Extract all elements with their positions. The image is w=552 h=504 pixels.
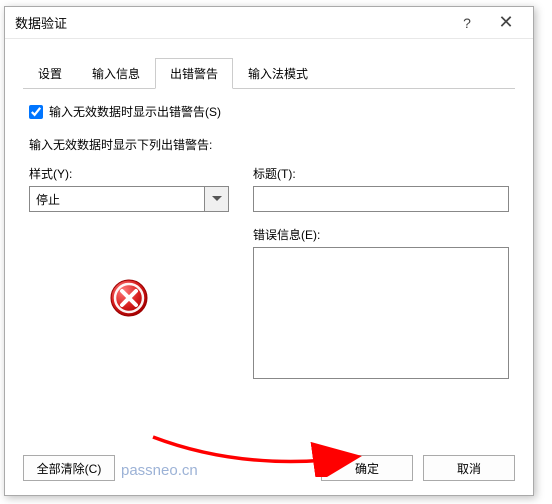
style-select[interactable]: 停止	[29, 186, 229, 212]
stop-error-icon	[107, 276, 151, 320]
show-alert-checkbox[interactable]	[29, 105, 43, 119]
style-label: 样式(Y):	[29, 165, 229, 182]
tab-error-alert[interactable]: 出错警告	[155, 58, 233, 89]
clear-all-button[interactable]: 全部清除(C)	[23, 455, 115, 481]
close-button[interactable]: ✕	[485, 12, 527, 33]
dropdown-arrow-icon	[204, 187, 228, 211]
form-grid: 样式(Y): 停止	[29, 165, 509, 382]
data-validation-dialog: 数据验证 ? ✕ 设置 输入信息 出错警告 输入法模式 输入无效数据时显示出错警…	[4, 6, 534, 496]
tab-ime-mode[interactable]: 输入法模式	[233, 58, 323, 89]
help-button[interactable]: ?	[449, 15, 485, 31]
message-field-label: 错误信息(E):	[253, 226, 509, 243]
col-left: 样式(Y): 停止	[29, 165, 229, 382]
cancel-button[interactable]: 取消	[423, 455, 515, 481]
tab-body-error-alert: 输入无效数据时显示出错警告(S) 输入无效数据时显示下列出错警告: 样式(Y):…	[23, 89, 515, 388]
style-select-value: 停止	[30, 187, 204, 211]
ok-button[interactable]: 确定	[321, 455, 413, 481]
button-bar: 全部清除(C) 确定 取消	[23, 455, 515, 481]
show-alert-label: 输入无效数据时显示出错警告(S)	[49, 103, 221, 120]
dialog-title: 数据验证	[15, 13, 449, 32]
message-textarea[interactable]	[253, 247, 509, 379]
tablist: 设置 输入信息 出错警告 输入法模式	[23, 57, 515, 89]
tab-input-message[interactable]: 输入信息	[77, 58, 155, 89]
show-alert-checkbox-row[interactable]: 输入无效数据时显示出错警告(S)	[29, 103, 509, 120]
alert-icon-preview	[29, 276, 229, 320]
title-field-label: 标题(T):	[253, 165, 509, 182]
section-label: 输入无效数据时显示下列出错警告:	[29, 136, 509, 153]
title-input[interactable]	[253, 186, 509, 212]
col-right: 标题(T): 错误信息(E):	[253, 165, 509, 382]
tab-settings[interactable]: 设置	[23, 58, 77, 89]
dialog-content: 设置 输入信息 出错警告 输入法模式 输入无效数据时显示出错警告(S) 输入无效…	[5, 39, 533, 400]
titlebar: 数据验证 ? ✕	[5, 7, 533, 39]
